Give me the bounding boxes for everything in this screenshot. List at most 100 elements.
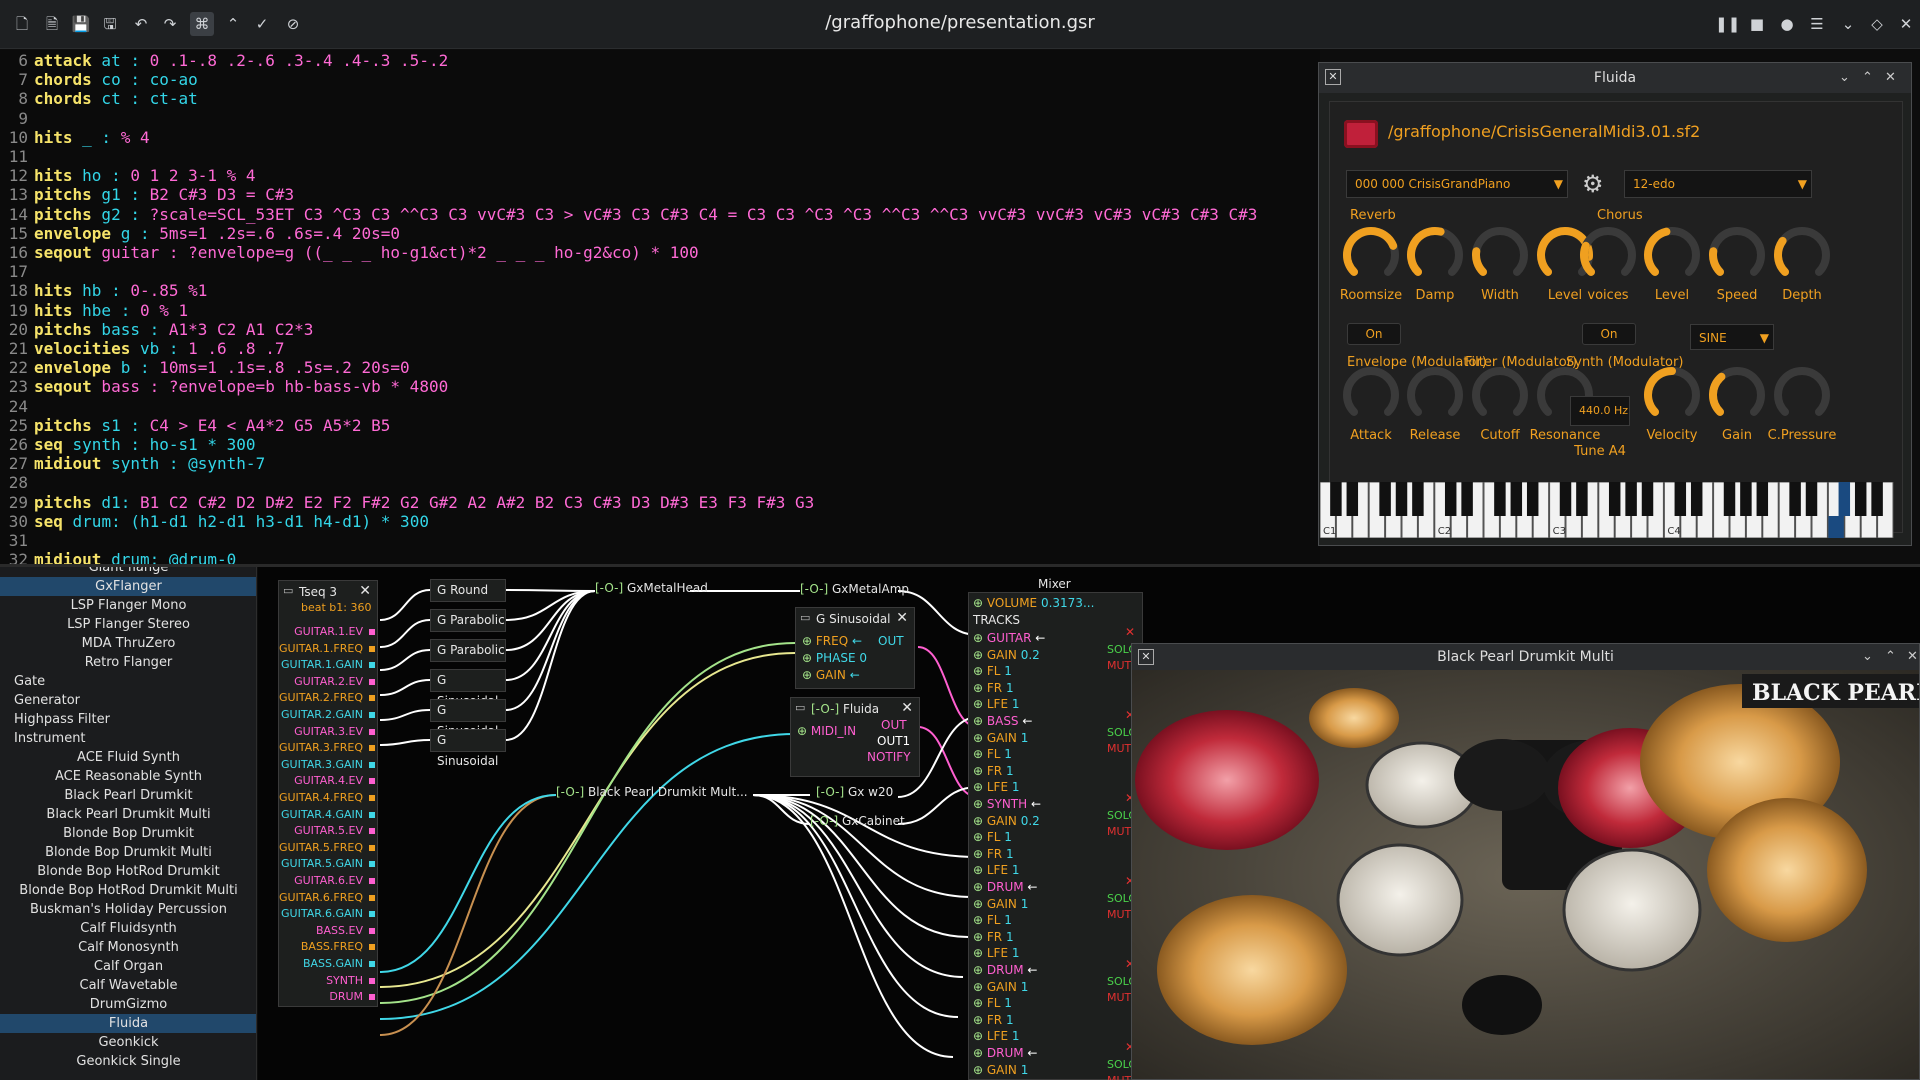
- mixer-track-row[interactable]: ⊕ FR 1: [973, 764, 1014, 778]
- knob[interactable]: [1579, 226, 1637, 284]
- code-line[interactable]: 30 seq drum: (h1-d1 h2-d1 h3-d1 h4-d1) * …: [0, 512, 1320, 531]
- port-connector[interactable]: [369, 662, 375, 669]
- knob[interactable]: [1708, 226, 1766, 284]
- code-line[interactable]: 21 velocities vb : 1 .6 .8 .7: [0, 339, 1320, 358]
- black-key[interactable]: [1412, 482, 1424, 516]
- graph-wire[interactable]: [379, 709, 431, 721]
- plugin-item[interactable]: Giant flange: [0, 567, 256, 577]
- code-line[interactable]: 19 hits hbe : 0 % 1: [0, 301, 1320, 320]
- knob[interactable]: [1643, 366, 1701, 424]
- code-line[interactable]: 24: [0, 397, 1320, 416]
- remove-track-icon[interactable]: ✕: [1125, 625, 1135, 639]
- close-icon[interactable]: ✕: [1885, 63, 1896, 93]
- collapse-icon[interactable]: ▭: [800, 611, 810, 624]
- graph-wire[interactable]: [752, 794, 959, 1018]
- out-port[interactable]: OUT: [881, 718, 907, 732]
- black-key[interactable]: [1740, 482, 1752, 516]
- plugin-category[interactable]: Instrument: [0, 729, 256, 748]
- mixer-track-row[interactable]: ⊕ GAIN 1: [973, 980, 1028, 994]
- preset-select[interactable]: 000 000 CrisisGrandPiano ▼: [1346, 170, 1568, 198]
- knob[interactable]: [1406, 366, 1464, 424]
- code-line[interactable]: 22 envelope b : 10ms=1 .1s=.8 .5s=.2 20s=…: [0, 358, 1320, 377]
- minimize-icon[interactable]: ⌄: [1839, 63, 1850, 93]
- port-connector[interactable]: [369, 894, 375, 901]
- plugin-item[interactable]: Blonde Bop Drumkit: [0, 824, 256, 843]
- mixer-track-row[interactable]: ⊕ FL 1: [973, 664, 1012, 678]
- black-key[interactable]: [1854, 482, 1867, 516]
- out1-port[interactable]: OUT1: [877, 734, 910, 748]
- close-icon[interactable]: ✕: [1894, 12, 1918, 36]
- graph-wire[interactable]: [505, 589, 596, 592]
- port-connector[interactable]: [369, 745, 375, 752]
- menu-icon[interactable]: ☰: [1805, 12, 1829, 36]
- mixer-track-row[interactable]: ⊕ FL 1: [973, 996, 1012, 1010]
- port-connector[interactable]: [369, 695, 375, 702]
- tseq-output-port[interactable]: GUITAR.3.EV: [294, 725, 363, 738]
- reverb-on-button[interactable]: On: [1347, 323, 1401, 345]
- graph-wire[interactable]: [505, 590, 596, 651]
- tseq-output-port[interactable]: GUITAR.3.GAIN: [281, 758, 363, 771]
- tseq-output-port[interactable]: GUITAR.6.EV: [294, 874, 363, 887]
- tseq-output-port[interactable]: GUITAR.5.EV: [294, 824, 363, 837]
- port-connector[interactable]: [369, 944, 375, 951]
- tseq-output-port[interactable]: GUITAR.1.EV: [294, 625, 363, 638]
- minimize-icon[interactable]: ⌄: [1862, 644, 1873, 670]
- plugin-item[interactable]: Geonkick Single: [0, 1052, 256, 1071]
- tseq-output-port[interactable]: GUITAR.4.GAIN: [281, 808, 363, 821]
- port-connector[interactable]: [369, 844, 375, 851]
- mixer-track-row[interactable]: ⊕ LFE 1: [973, 780, 1020, 794]
- diamond-icon[interactable]: ◇: [1865, 12, 1889, 36]
- mixer-track-row[interactable]: ⊕ LFE 1: [973, 1029, 1020, 1043]
- notify-port[interactable]: NOTIFY: [867, 750, 911, 764]
- port-connector[interactable]: [369, 828, 375, 835]
- maximize-icon[interactable]: ⌃: [1885, 644, 1896, 670]
- mixer-track-row[interactable]: ⊕ DRUM ←: [973, 1046, 1037, 1060]
- tseq-output-port[interactable]: BASS.FREQ: [301, 940, 363, 953]
- port-connector[interactable]: [369, 678, 375, 685]
- collapse-icon[interactable]: ▭: [283, 584, 293, 597]
- knob[interactable]: [1773, 366, 1831, 424]
- plugin-category[interactable]: Highpass Filter: [0, 710, 256, 729]
- code-line[interactable]: 32 midiout drum: @drum-0: [0, 550, 1320, 564]
- black-key[interactable]: [1789, 482, 1801, 516]
- graph-wire[interactable]: [379, 739, 431, 746]
- plugin-item[interactable]: GxFlanger: [0, 577, 256, 596]
- plugin-item[interactable]: LSP Flanger Mono: [0, 596, 256, 615]
- port-connector[interactable]: [369, 994, 375, 1001]
- chevron-down-icon[interactable]: ⌄: [1836, 12, 1860, 36]
- black-key[interactable]: [1723, 482, 1736, 516]
- plugin-item[interactable]: Black Pearl Drumkit Multi: [0, 805, 256, 824]
- code-line[interactable]: 20 pitchs bass : A1*3 C2 A1 C2*3: [0, 320, 1320, 339]
- soundfont-path[interactable]: /graffophone/CrisisGeneralMidi3.01.sf2: [1388, 122, 1700, 141]
- freq-port[interactable]: ⊕ FREQ ←: [802, 634, 862, 648]
- mixer-track-row[interactable]: ⊕ DRUM ←: [973, 963, 1037, 977]
- port-connector[interactable]: [369, 911, 375, 918]
- knob[interactable]: [1406, 226, 1464, 284]
- black-key[interactable]: [1756, 482, 1769, 516]
- code-line[interactable]: 7 chords co : co-ao: [0, 70, 1320, 89]
- tseq-output-port[interactable]: GUITAR.5.FREQ: [279, 841, 363, 854]
- mixer-track-row[interactable]: ⊕ FL 1: [973, 747, 1012, 761]
- code-line[interactable]: 10 hits _ : % 4: [0, 128, 1320, 147]
- black-key[interactable]: [1444, 482, 1457, 516]
- port-connector[interactable]: [369, 861, 375, 868]
- plugin-item[interactable]: Calf Monosynth: [0, 938, 256, 957]
- phase-port[interactable]: ⊕ PHASE 0: [802, 651, 867, 665]
- port-connector[interactable]: [369, 778, 375, 785]
- port-connector[interactable]: [369, 645, 375, 652]
- close-icon[interactable]: ✕: [1907, 644, 1918, 670]
- black-key[interactable]: [1379, 482, 1391, 516]
- knob[interactable]: [1342, 366, 1400, 424]
- code-line[interactable]: 26 seq synth : ho-s1 * 300: [0, 435, 1320, 454]
- plugin-item[interactable]: Blonde Bop HotRod Drumkit Multi: [0, 881, 256, 900]
- generator-node[interactable]: G Parabolic: [430, 639, 506, 662]
- black-key[interactable]: [1346, 482, 1359, 516]
- pause-icon[interactable]: ❚❚: [1715, 12, 1740, 36]
- port-connector[interactable]: [369, 878, 375, 884]
- mixer-track-row[interactable]: ⊕ FR 1: [973, 847, 1014, 861]
- black-key[interactable]: [1608, 482, 1621, 516]
- tseq-output-port[interactable]: DRUM: [329, 990, 363, 1003]
- black-key[interactable]: [1871, 482, 1883, 516]
- port-connector[interactable]: [369, 795, 375, 801]
- graph-wire[interactable]: [379, 589, 431, 621]
